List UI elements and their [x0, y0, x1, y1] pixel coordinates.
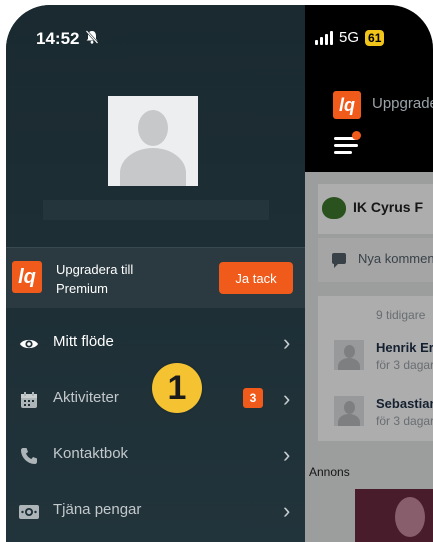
- chevron-right-icon: ›: [283, 386, 291, 411]
- menu-item-label: Kontaktbok: [53, 445, 129, 462]
- menu-item-mitt-flode[interactable]: Mitt flöde ›: [6, 316, 305, 372]
- chevron-right-icon: ›: [283, 442, 291, 467]
- activity-count-badge: 3: [243, 388, 263, 408]
- menu-item-label: Aktiviteter: [53, 389, 119, 406]
- content-dim-overlay[interactable]: [305, 172, 433, 542]
- premium-upgrade-text: Upgradera till Premium: [56, 262, 134, 296]
- navigation-drawer: 14:52 lq Upgradera till Premium Ja tack: [6, 5, 305, 542]
- bell-muted-icon: [85, 30, 99, 44]
- chevron-right-icon: ›: [283, 498, 291, 523]
- premium-accept-button[interactable]: Ja tack: [219, 262, 293, 294]
- status-bar-right: 5G 61: [315, 29, 385, 46]
- phone-screen: 5G 61 lq Uppgradera IK Cyrus F Nya komme…: [6, 5, 433, 542]
- premium-logo-icon: lq: [12, 261, 42, 293]
- menu-item-label: Tjäna pengar: [53, 501, 142, 518]
- phone-icon: [18, 446, 40, 466]
- menu-item-label: Mitt flöde: [53, 333, 114, 350]
- profile-name-placeholder: [43, 200, 269, 220]
- signal-icon: [315, 30, 333, 45]
- menu-item-kontaktbok[interactable]: Kontaktbok ›: [6, 428, 305, 484]
- callout-number-badge: 1: [152, 363, 202, 413]
- app-logo-icon: lq: [333, 91, 361, 119]
- profile-avatar[interactable]: [108, 96, 198, 186]
- status-time: 14:52: [36, 29, 80, 48]
- calendar-icon: [18, 390, 40, 410]
- eye-icon: [18, 334, 40, 354]
- menu-item-tjana-pengar[interactable]: Tjäna pengar ›: [6, 484, 305, 540]
- money-icon: [18, 502, 40, 522]
- notification-dot: [352, 131, 361, 140]
- network-type: 5G: [339, 29, 360, 46]
- premium-upgrade-banner: lq Upgradera till Premium Ja tack: [6, 247, 305, 308]
- app-upgrade-link[interactable]: Uppgradera: [372, 95, 433, 112]
- chevron-right-icon: ›: [283, 330, 291, 355]
- battery-indicator: 61: [365, 29, 385, 46]
- hamburger-menu-icon[interactable]: [334, 131, 361, 155]
